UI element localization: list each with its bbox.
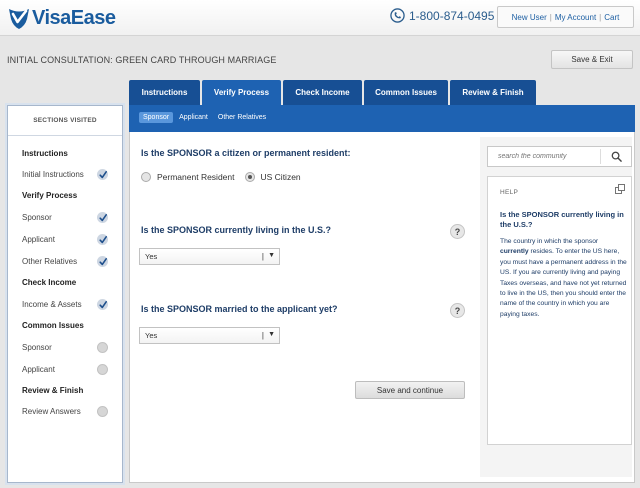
sidebar-item-label: Applicant <box>22 235 55 244</box>
sidebar-title: SECTIONS VISITED <box>8 106 122 136</box>
subtab-sponsor[interactable]: Sponsor <box>139 112 174 123</box>
save-continue-button[interactable]: Save and continue <box>355 381 465 399</box>
subtab-other-relatives[interactable]: Other Relatives <box>214 112 270 123</box>
sidebar-heading-review-finish[interactable]: Review & Finish <box>22 386 108 395</box>
sidebar-heading-label: Check Income <box>22 278 77 287</box>
sidebar-heading-verify-process[interactable]: Verify Process <box>22 191 108 200</box>
checkmark-icon <box>97 234 108 245</box>
sidebar-item-applicant-issues[interactable]: Applicant <box>22 364 108 375</box>
citizenship-radio-group: Permanent Resident US Citizen <box>141 172 301 182</box>
tab-instructions[interactable]: Instructions <box>129 80 200 105</box>
sidebar-item-label: Review Answers <box>22 407 81 416</box>
help-question-icon[interactable]: ? <box>450 224 465 239</box>
pending-circle-icon <box>97 406 108 417</box>
checkmark-icon <box>97 256 108 267</box>
sidebar-item-label: Sponsor <box>22 343 52 352</box>
question-citizenship: Is the SPONSOR a citizen or permanent re… <box>141 148 351 158</box>
tab-common-issues[interactable]: Common Issues <box>364 80 448 105</box>
visaease-logo[interactable]: VisaEase <box>7 6 116 30</box>
phone-contact: 1-800-874-0495 <box>390 8 494 23</box>
expand-icon[interactable] <box>615 184 625 194</box>
sidebar-item-label: Sponsor <box>22 213 52 222</box>
select-divider: | <box>261 331 264 340</box>
checkmark-icon <box>97 212 108 223</box>
help-panel: HELP Is the SPONSOR currently living in … <box>487 176 632 445</box>
question-living-in-us: Is the SPONSOR currently living in the U… <box>141 225 332 235</box>
radio-us-citizen[interactable] <box>244 172 255 182</box>
help-body-emphasis: currently <box>500 248 529 256</box>
pending-circle-icon <box>97 364 108 375</box>
sidebar-item-label: Other Relatives <box>22 257 78 266</box>
married-select[interactable]: Yes | ▼ <box>139 327 280 344</box>
sidebar-heading-label: Verify Process <box>22 191 78 200</box>
sidebar-item-income-assets[interactable]: Income & Assets <box>22 299 108 310</box>
cart-link[interactable]: Cart <box>604 13 619 22</box>
sections-visited-sidebar: SECTIONS VISITED Instructions Initial In… <box>7 105 123 483</box>
sidebar-item-other-relatives[interactable]: Other Relatives <box>22 256 108 267</box>
tab-review-finish[interactable]: Review & Finish <box>450 80 536 105</box>
sidebar-item-review-answers[interactable]: Review Answers <box>22 406 108 417</box>
sidebar-heading-label: Review & Finish <box>22 386 84 395</box>
checkmark-icon <box>97 299 108 310</box>
help-body: The country in which the sponsor current… <box>500 237 628 320</box>
page-title: INITIAL CONSULTATION: GREEN CARD THROUGH… <box>7 55 277 65</box>
sidebar-heading-label: Instructions <box>22 149 68 158</box>
select-value: Yes <box>145 252 158 261</box>
pending-circle-icon <box>97 342 108 353</box>
checkmark-icon <box>97 169 108 180</box>
help-question: Is the SPONSOR currently living in the U… <box>500 210 624 229</box>
my-account-link[interactable]: My Account <box>555 13 596 22</box>
sidebar-item-initial-instructions[interactable]: Initial Instructions <box>22 169 108 180</box>
sidebar-item-sponsor[interactable]: Sponsor <box>22 212 108 223</box>
sidebar-item-label: Income & Assets <box>22 300 82 309</box>
radio-permanent-resident[interactable] <box>141 172 151 182</box>
chevron-down-icon: ▼ <box>268 331 275 338</box>
top-bar: VisaEase 1-800-874-0495 New User | My Ac… <box>0 0 640 36</box>
help-body-text: The country in which the sponsor <box>500 238 599 245</box>
select-divider: | <box>261 252 264 261</box>
sidebar-item-sponsor-issues[interactable]: Sponsor <box>22 342 108 353</box>
tab-check-income[interactable]: Check Income <box>283 80 362 105</box>
search-input[interactable] <box>488 153 600 160</box>
phone-icon <box>390 8 405 23</box>
main-tabs: Instructions Verify Process Check Income… <box>129 80 538 105</box>
living-in-us-select[interactable]: Yes | ▼ <box>139 248 280 265</box>
link-separator: | <box>549 12 552 22</box>
new-user-link[interactable]: New User <box>512 13 547 22</box>
logo-mark-icon <box>9 9 29 29</box>
search-button[interactable] <box>601 151 631 162</box>
help-question-icon[interactable]: ? <box>450 303 465 318</box>
search-icon <box>611 151 622 162</box>
tab-verify-process[interactable]: Verify Process <box>202 80 281 105</box>
account-links: New User | My Account | Cart <box>497 6 634 28</box>
chevron-down-icon: ▼ <box>268 252 275 259</box>
subtab-applicant[interactable]: Applicant <box>175 112 212 123</box>
radio-label-us-citizen: US Citizen <box>260 172 301 182</box>
subtabs: Sponsor Applicant Other Relatives <box>139 112 272 123</box>
logo-text: VisaEase <box>32 6 116 29</box>
help-title: HELP <box>500 189 519 196</box>
sidebar-item-label: Initial Instructions <box>22 170 84 179</box>
sidebar-heading-common-issues[interactable]: Common Issues <box>22 321 108 330</box>
radio-label-permanent-resident: Permanent Resident <box>157 172 235 182</box>
save-exit-button[interactable]: Save & Exit <box>551 50 633 69</box>
select-value: Yes <box>145 331 158 340</box>
help-body-text: resides. To enter the US here, you must … <box>500 248 627 318</box>
sidebar-heading-instructions[interactable]: Instructions <box>22 149 108 158</box>
phone-number: 1-800-874-0495 <box>409 8 495 23</box>
sidebar-heading-label: Common Issues <box>22 321 84 330</box>
community-search <box>487 146 632 167</box>
sidebar-heading-check-income[interactable]: Check Income <box>22 278 108 287</box>
sidebar-item-label: Applicant <box>22 365 55 374</box>
sidebar-item-applicant[interactable]: Applicant <box>22 234 108 245</box>
link-separator: | <box>599 12 602 22</box>
question-married: Is the SPONSOR married to the applicant … <box>141 304 338 314</box>
